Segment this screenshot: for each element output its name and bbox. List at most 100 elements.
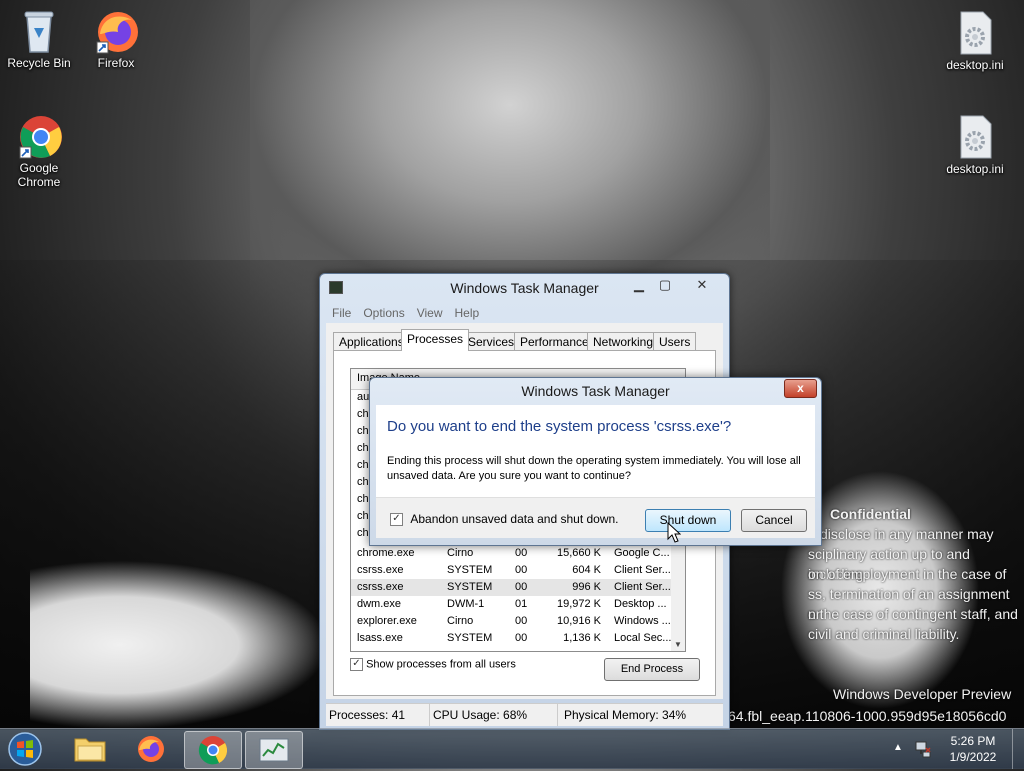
dialog-body: Do you want to end the system process 'c…	[376, 405, 815, 497]
menu-options[interactable]: Options	[357, 304, 410, 322]
build-title: Windows Developer Preview	[833, 686, 1012, 702]
tab-performance[interactable]: Performance	[514, 332, 595, 351]
process-user: Cirno	[447, 615, 474, 627]
desktop-icon-label: desktop.ini	[946, 162, 1004, 176]
show-all-users-label: Show processes from all users	[366, 658, 516, 671]
menu-bar: File Options View Help	[326, 304, 723, 322]
clock[interactable]: 5:26 PM 1/9/2022	[942, 733, 1004, 765]
scroll-down-arrow-icon[interactable]: ▼	[674, 640, 682, 649]
show-hidden-icons-button[interactable]: ▲	[893, 742, 903, 753]
confidential-line: n the case of contingent staff, and	[808, 606, 1018, 622]
process-name: ch	[357, 442, 369, 454]
process-memory: 996 K	[572, 581, 601, 593]
desktop-icon-label: Google Chrome	[17, 161, 61, 189]
clock-time: 5:26 PM	[950, 734, 996, 748]
chrome-icon	[17, 113, 62, 159]
process-name: csrss.exe	[357, 581, 404, 593]
status-physical-memory: Physical Memory: 34%	[564, 708, 687, 722]
settings-file-icon	[953, 10, 997, 55]
desktop-icon-firefox[interactable]: Firefox	[78, 8, 154, 70]
dialog-question: Do you want to end the system process 'c…	[387, 418, 732, 435]
process-name: explorer.exe	[357, 615, 417, 627]
process-description: Local Sec...	[614, 632, 672, 644]
process-memory: 604 K	[572, 564, 601, 576]
taskbar-chrome[interactable]	[184, 731, 242, 769]
show-all-users-option[interactable]: ✓ Show processes from all users	[350, 658, 516, 671]
menu-file[interactable]: File	[326, 304, 357, 322]
process-name: dwm.exe	[357, 598, 402, 610]
table-row[interactable]: csrss.exe SYSTEM 00 996 K Client Ser...	[351, 579, 671, 596]
taskbar-firefox[interactable]	[123, 731, 179, 767]
process-name: ch	[357, 459, 369, 471]
desktop-icon-desktop-ini[interactable]: desktop.ini	[937, 10, 1013, 72]
process-cpu: 00	[515, 632, 528, 644]
abandon-data-option[interactable]: ✓ Abandon unsaved data and shut down.	[390, 512, 619, 527]
end-process-button[interactable]: End Process	[604, 658, 700, 681]
process-name: au	[357, 391, 370, 403]
process-user: DWM-1	[447, 598, 485, 610]
start-button[interactable]	[6, 731, 44, 767]
desktop-icon-google-chrome[interactable]: Google Chrome	[1, 113, 77, 189]
table-row[interactable]: chrome.exe Cirno 00 15,660 K Google C...	[351, 545, 671, 562]
show-all-users-checkbox[interactable]: ✓	[350, 658, 363, 671]
confidential-line: on of employment in the case of	[808, 566, 1007, 582]
table-row[interactable]: lsass.exe SYSTEM 00 1,136 K Local Sec...	[351, 630, 671, 647]
menu-view[interactable]: View	[411, 304, 449, 322]
tab-users[interactable]: Users	[653, 332, 697, 351]
table-row[interactable]: csrss.exe SYSTEM 00 604 K Client Ser...	[351, 562, 671, 579]
status-bar: Processes: 41 CPU Usage: 68% Physical Me…	[326, 703, 723, 726]
wallpaper-face	[250, 0, 770, 300]
wallpaper-splash	[30, 560, 330, 730]
folder-icon	[74, 738, 106, 762]
process-cpu: 00	[515, 547, 528, 559]
tab-applications[interactable]: Applications	[333, 332, 410, 351]
network-icon[interactable]	[914, 740, 932, 758]
desktop-icon-desktop-ini[interactable]: desktop.ini	[937, 114, 1013, 176]
end-process-dialog[interactable]: Windows Task Manager x Do you want to en…	[369, 377, 822, 546]
process-cpu: 00	[515, 564, 528, 576]
taskbar-task-manager[interactable]	[245, 731, 303, 769]
minimize-button[interactable]: ▁	[627, 276, 651, 294]
taskbar-explorer[interactable]	[62, 731, 118, 767]
cancel-button[interactable]: Cancel	[741, 509, 807, 532]
taskbar: ▲ 5:26 PM 1/9/2022	[0, 728, 1024, 769]
close-button[interactable]: ✕	[686, 276, 718, 294]
show-desktop-button[interactable]	[1012, 729, 1024, 769]
settings-file-icon	[953, 114, 997, 159]
windows-logo-icon	[8, 732, 42, 766]
abandon-data-label: Abandon unsaved data and shut down.	[410, 512, 619, 526]
confidential-line: disclose in any manner may	[820, 526, 994, 542]
process-cpu: 01	[515, 598, 528, 610]
mouse-cursor-icon	[667, 522, 681, 543]
table-row[interactable]: explorer.exe Cirno 00 10,916 K Windows .…	[351, 613, 671, 630]
process-description: Windows ...	[614, 615, 671, 627]
process-user: Cirno	[447, 547, 474, 559]
desktop-icon-label: desktop.ini	[946, 58, 1004, 72]
process-name: chrome.exe	[357, 547, 415, 559]
process-memory: 10,916 K	[556, 615, 601, 627]
dialog-close-button[interactable]: x	[784, 379, 817, 398]
firefox-icon	[94, 8, 138, 54]
dialog-title: Windows Task Manager	[521, 383, 670, 399]
tab-networking[interactable]: Networking	[587, 332, 660, 351]
process-cpu: 00	[515, 615, 528, 627]
tab-services[interactable]: Services	[462, 332, 521, 351]
confidential-line: civil and criminal liability.	[808, 626, 960, 642]
process-user: SYSTEM	[447, 632, 493, 644]
process-memory: 1,136 K	[563, 632, 601, 644]
process-name: lsass.exe	[357, 632, 403, 644]
menu-help[interactable]: Help	[449, 304, 486, 322]
process-name: ch	[357, 510, 369, 522]
shut-down-button[interactable]: Shut down	[645, 509, 731, 532]
process-description: Desktop ...	[614, 598, 667, 610]
process-description: Client Ser...	[614, 581, 671, 593]
abandon-data-checkbox[interactable]: ✓	[390, 513, 403, 527]
desktop-icon-recycle-bin[interactable]: Recycle Bin	[1, 8, 77, 70]
tab-processes[interactable]: Processes	[401, 329, 470, 351]
process-name: csrss.exe	[357, 564, 404, 576]
process-user: SYSTEM	[447, 564, 493, 576]
process-description: Google C...	[614, 547, 670, 559]
maximize-button[interactable]: ▢	[653, 276, 677, 294]
table-row[interactable]: dwm.exe DWM-1 01 19,972 K Desktop ...	[351, 596, 671, 613]
status-processes: Processes: 41	[326, 704, 430, 726]
